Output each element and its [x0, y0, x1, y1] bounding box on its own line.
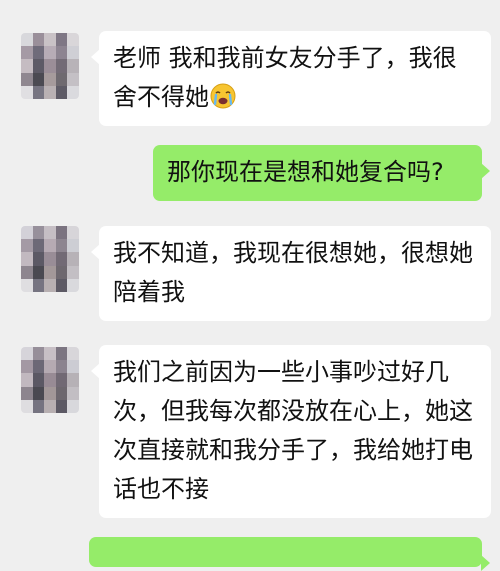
- message-text: 那你现在是想和她复合吗?: [167, 158, 444, 186]
- message-bubble-incoming[interactable]: 我们之前因为一些小事吵过好几次，但我每次都没放在心上，她这次直接就和我分手了，我…: [91, 345, 491, 518]
- chat-conversation: 老师 我和我前女友分手了，我很舍不得她 那你现在是想和她复合吗? 我不知道，我现…: [0, 0, 500, 571]
- message-bubble-incoming[interactable]: 我不知道，我现在很想她，很想她陪着我: [91, 226, 491, 321]
- avatar[interactable]: [21, 226, 79, 292]
- avatar[interactable]: [21, 347, 79, 413]
- message-bubble-outgoing[interactable]: [89, 537, 490, 571]
- crying-face-icon: [210, 82, 236, 109]
- message-text: 我不知道，我现在很想她，很想她陪着我: [113, 239, 473, 306]
- message-bubble-incoming[interactable]: 老师 我和我前女友分手了，我很舍不得她: [91, 31, 491, 126]
- avatar[interactable]: [21, 33, 79, 99]
- message-text: 我们之前因为一些小事吵过好几次，但我每次都没放在心上，她这次直接就和我分手了，我…: [113, 358, 473, 503]
- message-bubble-outgoing[interactable]: 那你现在是想和她复合吗?: [153, 145, 490, 201]
- message-text: 老师 我和我前女友分手了，我很舍不得她: [113, 44, 457, 111]
